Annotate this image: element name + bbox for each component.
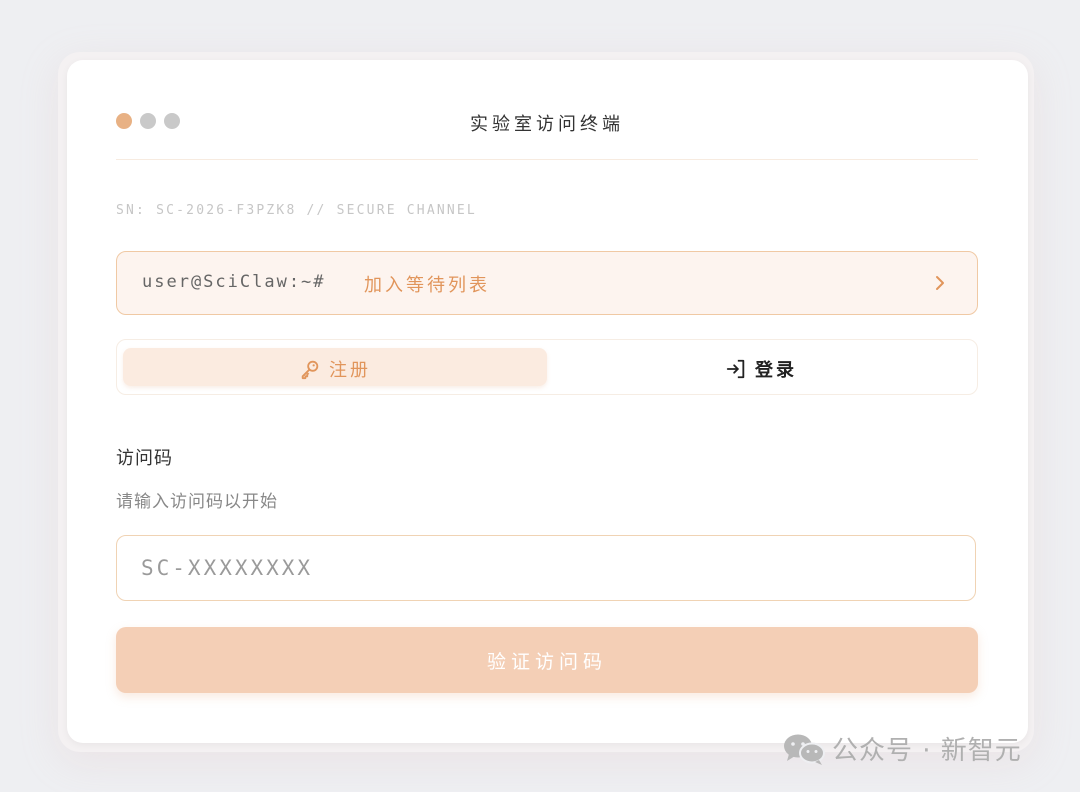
title-bar: 实验室访问终端 [116, 60, 978, 160]
login-arrow-icon [726, 359, 745, 379]
serial-number: SN: SC-2026-F3PZK8 // SECURE CHANNEL [116, 203, 477, 218]
chevron-right-icon [936, 276, 944, 290]
access-code-input[interactable] [116, 535, 976, 601]
key-icon [301, 360, 319, 380]
watermark-text: 公众号 · 新智元 [832, 736, 1022, 766]
join-waitlist-label: 加入等待列表 [364, 275, 490, 296]
tab-register-label: 注册 [329, 360, 371, 381]
terminal-card: 实验室访问终端 SN: SC-2026-F3PZK8 // SECURE CHA… [67, 60, 1028, 743]
verify-access-code-button[interactable]: 验证访问码 [116, 627, 978, 693]
window-title: 实验室访问终端 [470, 114, 624, 135]
access-code-label: 访问码 [116, 448, 173, 469]
tab-login-label: 登录 [755, 360, 797, 381]
auth-tabs: 注册 登录 [116, 339, 978, 395]
terminal-prompt: user@SciClaw:~# [142, 272, 326, 292]
access-code-hint: 请输入访问码以开始 [116, 492, 278, 512]
tab-login[interactable]: 登录 [551, 348, 971, 386]
wechat-icon [784, 734, 825, 765]
tab-register[interactable]: 注册 [123, 348, 547, 386]
join-waitlist-button[interactable]: user@SciClaw:~# 加入等待列表 [116, 251, 978, 315]
